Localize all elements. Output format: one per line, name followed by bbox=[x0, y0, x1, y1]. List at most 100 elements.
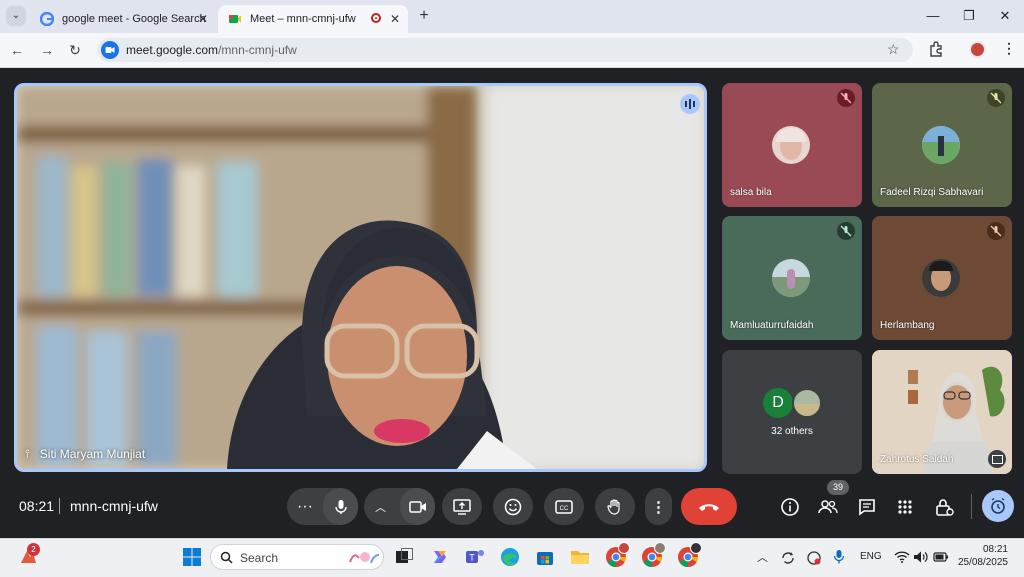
participant-tile[interactable]: Herlambang bbox=[872, 216, 1012, 340]
taskbar-clock[interactable]: 08:21 25/08/2025 bbox=[956, 543, 1008, 569]
captions-button[interactable]: CC bbox=[544, 488, 584, 525]
extensions-icon[interactable] bbox=[928, 41, 944, 57]
clock-time: 08:21 bbox=[982, 544, 1008, 555]
avatar bbox=[792, 388, 822, 418]
bookmark-star-icon[interactable]: ☆ bbox=[887, 41, 900, 58]
url-text: meet.google.com/mnn-cmnj-ufw bbox=[126, 43, 297, 57]
people-icon bbox=[818, 500, 838, 514]
pin-icon[interactable]: ⫯ bbox=[25, 448, 30, 461]
teams-icon[interactable]: T bbox=[463, 545, 487, 569]
minimize-button[interactable]: — bbox=[918, 6, 948, 26]
timer-button[interactable] bbox=[982, 490, 1014, 522]
microphone-button[interactable] bbox=[323, 488, 358, 525]
participant-name: Zahrotus Saidah bbox=[880, 454, 954, 465]
participant-tile[interactable]: Fadeel Rizqi Sabhavari bbox=[872, 83, 1012, 207]
copilot-icon[interactable] bbox=[428, 545, 452, 569]
close-window-button[interactable]: ✕ bbox=[990, 6, 1020, 26]
notification-badge: 2 bbox=[27, 543, 40, 556]
raise-hand-button[interactable] bbox=[595, 488, 635, 525]
meeting-info-icon[interactable] bbox=[779, 496, 801, 518]
tab-search-button[interactable]: ⌄ bbox=[6, 6, 26, 26]
reactions-button[interactable] bbox=[493, 488, 533, 525]
participant-name: Mamluaturrufaidah bbox=[730, 320, 814, 331]
chrome-taskbar-icon[interactable] bbox=[676, 542, 702, 569]
profile-badge bbox=[690, 542, 702, 554]
camera-controls-group: ︿ bbox=[364, 488, 435, 525]
microsoft-store-icon[interactable] bbox=[533, 545, 557, 569]
mic-off-icon bbox=[987, 222, 1005, 240]
end-call-icon bbox=[699, 503, 719, 511]
maximize-button[interactable]: ❐ bbox=[954, 6, 984, 26]
more-vert-icon: ⋮ bbox=[651, 498, 666, 516]
browser-tab-strip: ⌄ google meet - Google Search ✕ Meet – m… bbox=[0, 0, 1024, 33]
mic-off-icon bbox=[837, 222, 855, 240]
more-options-button[interactable]: ··· bbox=[297, 498, 313, 516]
search-highlight-icon bbox=[349, 552, 380, 564]
tab-google-search[interactable]: google meet - Google Search ✕ bbox=[30, 5, 216, 33]
avatar bbox=[922, 259, 960, 297]
host-controls-icon[interactable] bbox=[933, 496, 955, 518]
language-indicator[interactable]: ENG bbox=[860, 551, 882, 562]
main-speaker-tile[interactable]: ⫯ Siti Maryam Munjiat bbox=[14, 83, 707, 472]
address-bar[interactable]: meet.google.com/mnn-cmnj-ufw ☆ bbox=[97, 38, 913, 62]
search-icon bbox=[220, 551, 233, 564]
tab-meet[interactable]: Meet – mnn-cmnj-ufw ✕ bbox=[218, 5, 408, 33]
others-tile[interactable]: D 32 others bbox=[722, 350, 862, 474]
chrome-taskbar-icon[interactable] bbox=[640, 542, 666, 569]
volume-icon[interactable] bbox=[913, 550, 929, 564]
microphone-tray-icon[interactable] bbox=[832, 549, 846, 565]
battery-icon[interactable] bbox=[933, 551, 949, 563]
forward-button[interactable]: → bbox=[38, 41, 56, 59]
camera-icon bbox=[408, 500, 426, 513]
others-count: 32 others bbox=[771, 426, 813, 437]
browser-menu-icon[interactable]: ⋮ bbox=[1002, 40, 1016, 57]
widgets-button[interactable]: 2 bbox=[16, 543, 40, 569]
tab-title: google meet - Google Search bbox=[62, 13, 206, 25]
task-view-icon[interactable] bbox=[392, 545, 416, 569]
close-tab-icon[interactable]: ✕ bbox=[198, 12, 208, 26]
participant-count-badge: 39 bbox=[827, 480, 849, 495]
alarm-clock-icon bbox=[991, 497, 1005, 514]
new-tab-button[interactable]: + bbox=[416, 6, 432, 26]
participant-tile[interactable]: Zahrotus Saidah bbox=[872, 350, 1012, 474]
camera-options-chevron-icon[interactable]: ︿ bbox=[375, 499, 386, 515]
participant-tile[interactable]: Mamluaturrufaidah bbox=[722, 216, 862, 340]
hand-icon bbox=[607, 498, 620, 515]
speaker-name-label: ⫯ Siti Maryam Munjiat bbox=[25, 447, 145, 461]
edge-icon[interactable] bbox=[498, 545, 522, 569]
url-domain: meet.google.com bbox=[126, 43, 219, 57]
recording-icon bbox=[371, 13, 381, 23]
participant-name: Fadeel Rizqi Sabhavari bbox=[880, 187, 984, 198]
speaking-indicator-icon bbox=[680, 94, 700, 114]
chrome-taskbar-icon[interactable] bbox=[604, 542, 630, 569]
activities-icon[interactable] bbox=[894, 496, 916, 518]
taskbar-search-box[interactable]: Search bbox=[210, 544, 384, 570]
participant-tile[interactable]: salsa bila bbox=[722, 83, 862, 207]
clock-date: 25/08/2025 bbox=[957, 557, 1008, 568]
svg-text:T: T bbox=[469, 553, 475, 563]
picture-in-picture-icon[interactable] bbox=[988, 450, 1006, 468]
avatar: D bbox=[763, 388, 793, 418]
sync-icon[interactable] bbox=[780, 550, 796, 566]
speaker-name: Siti Maryam Munjiat bbox=[39, 447, 146, 461]
back-button[interactable]: ← bbox=[8, 41, 26, 59]
profile-avatar[interactable] bbox=[969, 41, 986, 58]
file-explorer-icon[interactable] bbox=[568, 545, 592, 569]
present-screen-button[interactable] bbox=[442, 488, 482, 525]
avatar bbox=[922, 126, 960, 164]
camera-button[interactable] bbox=[400, 488, 435, 525]
windows-start-icon[interactable] bbox=[180, 545, 204, 569]
wifi-icon[interactable] bbox=[894, 550, 910, 564]
leave-call-button[interactable] bbox=[681, 488, 737, 525]
microphone-icon bbox=[334, 499, 347, 514]
more-options-button[interactable]: ⋮ bbox=[645, 488, 672, 525]
avatar bbox=[772, 126, 810, 164]
show-hidden-icons-chevron-icon[interactable]: ︿ bbox=[757, 549, 768, 565]
mic-off-icon bbox=[987, 89, 1005, 107]
participants-button[interactable]: 39 bbox=[817, 480, 849, 520]
site-info-icon[interactable] bbox=[101, 41, 119, 59]
chat-icon[interactable] bbox=[856, 496, 878, 518]
meet-tray-icon[interactable] bbox=[806, 550, 822, 566]
reload-button[interactable]: ↻ bbox=[66, 41, 84, 59]
close-tab-icon[interactable]: ✕ bbox=[390, 12, 400, 26]
